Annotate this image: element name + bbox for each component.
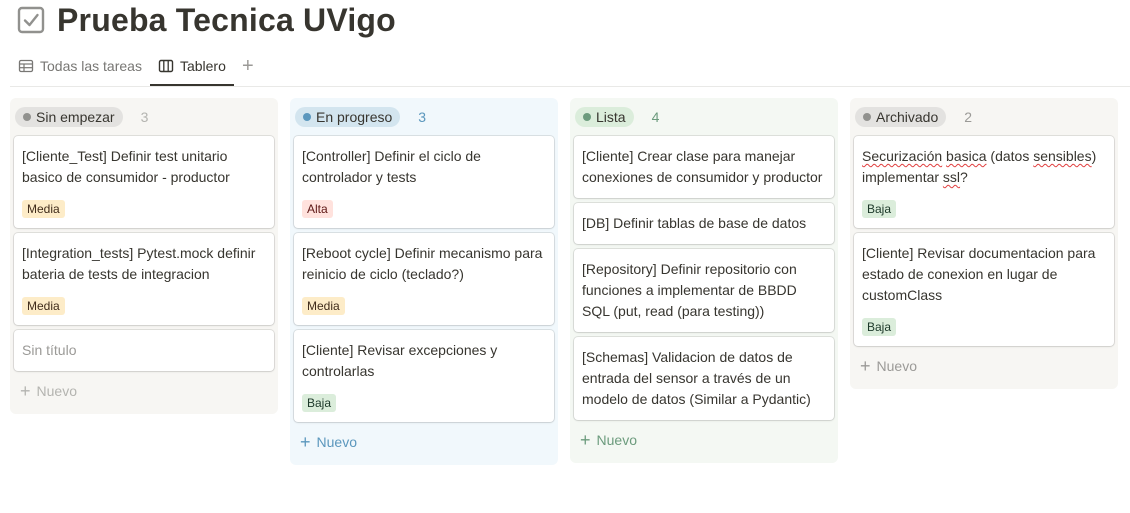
page-title[interactable]: Prueba Tecnica UVigo xyxy=(57,2,396,39)
column-lista: Lista 4 [Cliente] Crear clase para manej… xyxy=(570,98,838,463)
card-title: [Controller] Definir el ciclo de control… xyxy=(302,148,481,185)
plus-icon: + xyxy=(242,54,254,77)
column-count: 4 xyxy=(651,109,660,125)
new-label: Nuevo xyxy=(876,358,917,374)
tab-label: Todas las tareas xyxy=(40,58,142,74)
status-pill[interactable]: Archivado xyxy=(855,107,947,127)
new-card-button[interactable]: + Nuevo xyxy=(574,425,834,455)
status-label: Archivado xyxy=(876,109,939,125)
card-title-part: Securización xyxy=(862,148,943,164)
task-card[interactable]: Securización basica (datos sensibles) im… xyxy=(854,136,1114,228)
status-pill[interactable]: Lista xyxy=(575,107,634,127)
status-label: En progreso xyxy=(316,109,393,125)
page-header: Prueba Tecnica UVigo xyxy=(17,0,396,40)
task-card[interactable]: [Cliente] Crear clase para manejar conex… xyxy=(574,136,834,198)
card-title: [Cliente] Crear clase para manejar conex… xyxy=(582,148,823,185)
task-card[interactable]: [DB] Definir tablas de base de datos xyxy=(574,203,834,244)
card-title-part: ssl xyxy=(942,169,961,185)
new-card-button[interactable]: + Nuevo xyxy=(14,376,274,406)
table-icon xyxy=(18,58,34,74)
column-header: Lista 4 xyxy=(574,104,834,130)
status-label: Lista xyxy=(596,109,626,125)
status-pill[interactable]: Sin empezar xyxy=(15,107,123,127)
card-title: [Cliente_Test] Definir test unitario bas… xyxy=(22,148,230,185)
task-card[interactable]: [Repository] Definir repositorio con fun… xyxy=(574,249,834,332)
task-card[interactable]: [Cliente_Test] Definir test unitario bas… xyxy=(14,136,274,228)
task-card[interactable]: Sin título xyxy=(14,330,274,371)
view-tabs: Todas las tareas Tablero + xyxy=(10,50,1130,87)
status-pill[interactable]: En progreso xyxy=(295,107,401,127)
task-card[interactable]: [Schemas] Validacion de datos de entrada… xyxy=(574,337,834,420)
card-title: Securización basica (datos sensibles) im… xyxy=(862,146,1106,188)
card-title-part: basica xyxy=(946,148,987,164)
column-count: 2 xyxy=(964,109,973,125)
plus-icon: + xyxy=(20,381,31,401)
card-title: [Integration_tests] Pytest.mock definir … xyxy=(22,245,256,282)
card-title: [Reboot cycle] Definir mecanismo para re… xyxy=(302,245,543,282)
column-header: En progreso 3 xyxy=(294,104,554,130)
column-archivado: Archivado 2 Securización basica (datos s… xyxy=(850,98,1118,389)
task-card[interactable]: [Integration_tests] Pytest.mock definir … xyxy=(14,233,274,325)
task-card[interactable]: [Reboot cycle] Definir mecanismo para re… xyxy=(294,233,554,325)
priority-tag: Media xyxy=(302,297,345,315)
board-icon xyxy=(158,58,174,74)
new-label: Nuevo xyxy=(36,383,77,399)
add-view-button[interactable]: + xyxy=(236,50,260,82)
priority-tag: Media xyxy=(22,200,65,218)
new-card-button[interactable]: + Nuevo xyxy=(294,427,554,457)
column-sin-empezar: Sin empezar 3 [Cliente_Test] Definir tes… xyxy=(10,98,278,414)
card-title: [Cliente] Revisar excepciones y controla… xyxy=(302,342,498,379)
card-title: [Schemas] Validacion de datos de entrada… xyxy=(582,349,811,407)
card-title: [DB] Definir tablas de base de datos xyxy=(582,215,807,231)
card-title: [Cliente] Revisar documentacion para est… xyxy=(862,245,1096,303)
task-card[interactable]: [Cliente] Revisar documentacion para est… xyxy=(854,233,1114,346)
priority-tag: Baja xyxy=(862,318,897,336)
column-en-progreso: En progreso 3 [Controller] Definir el ci… xyxy=(290,98,558,465)
priority-tag: Baja xyxy=(862,200,897,218)
card-title: [Repository] Definir repositorio con fun… xyxy=(582,261,797,319)
plus-icon: + xyxy=(300,432,311,452)
status-dot-icon xyxy=(23,113,31,121)
tab-tablero[interactable]: Tablero xyxy=(149,50,234,86)
card-title-part: ? xyxy=(960,169,968,185)
task-card[interactable]: [Controller] Definir el ciclo de control… xyxy=(294,136,554,228)
column-header: Archivado 2 xyxy=(854,104,1114,130)
plus-icon: + xyxy=(580,430,591,450)
priority-tag: Baja xyxy=(302,394,337,412)
status-label: Sin empezar xyxy=(36,109,115,125)
column-count: 3 xyxy=(140,109,149,125)
tab-label: Tablero xyxy=(179,58,226,74)
checkbox-icon xyxy=(17,6,45,34)
new-label: Nuevo xyxy=(596,432,637,448)
status-dot-icon xyxy=(303,113,311,121)
column-count: 3 xyxy=(418,109,427,125)
status-dot-icon xyxy=(863,113,871,121)
status-dot-icon xyxy=(583,113,591,121)
tab-todas-las-tareas[interactable]: Todas las tareas xyxy=(10,50,150,82)
card-title-part: sensibles xyxy=(1033,148,1092,164)
card-title-part: (datos xyxy=(986,148,1034,164)
new-label: Nuevo xyxy=(316,434,357,450)
column-header: Sin empezar 3 xyxy=(14,104,274,130)
plus-icon: + xyxy=(860,356,871,376)
priority-tag: Alta xyxy=(302,200,333,218)
board: Sin empezar 3 [Cliente_Test] Definir tes… xyxy=(10,98,1118,465)
card-title: Sin título xyxy=(22,342,77,358)
priority-tag: Media xyxy=(22,297,65,315)
task-card[interactable]: [Cliente] Revisar excepciones y controla… xyxy=(294,330,554,422)
new-card-button[interactable]: + Nuevo xyxy=(854,351,1114,381)
